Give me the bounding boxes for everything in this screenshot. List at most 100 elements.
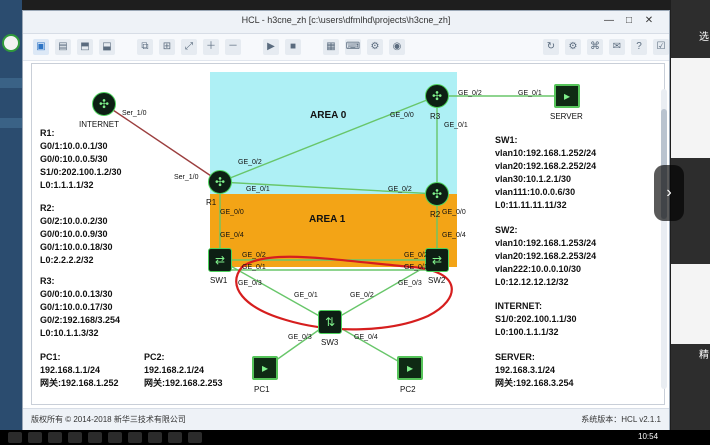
- taskbar-app-icon[interactable]: [108, 432, 122, 443]
- sw1-notes: SW1: vlan10:192.168.1.252/24 vlan20:192.16…: [495, 135, 597, 210]
- hcl-window: HCL - h3cne_zh [c:\users\dfmlhd\projects…: [22, 10, 670, 431]
- right-side-panel: 选 精: [671, 0, 710, 445]
- port-label: GE_0/1: [404, 264, 428, 271]
- port-label: Ser_1/0: [174, 174, 199, 181]
- sw2-label: SW2: [428, 276, 446, 285]
- server-notes: SERVER: 192.168.3.1/24 网关:192.168.3.254: [495, 352, 574, 388]
- maximize-button[interactable]: □: [621, 14, 637, 28]
- port-label: GE_0/0: [220, 209, 244, 216]
- sw3-switch-icon[interactable]: ⇅: [318, 310, 342, 334]
- taskbar: 10:54: [0, 430, 710, 445]
- r1-router-icon[interactable]: ✣: [208, 170, 232, 194]
- help-icon[interactable]: ?: [631, 39, 647, 55]
- interface-icon[interactable]: ▦: [323, 39, 339, 55]
- pc1-label: PC1: [254, 385, 270, 394]
- app-logo-icon: [2, 34, 20, 52]
- sw2-switch-icon[interactable]: ⇄: [425, 248, 449, 272]
- desktop-stripe: [0, 118, 22, 128]
- refresh-icon[interactable]: ↻: [543, 39, 559, 55]
- sw3-label: SW3: [321, 338, 339, 347]
- sw1-switch-icon[interactable]: ⇄: [208, 248, 232, 272]
- stop-icon[interactable]: ■: [285, 39, 301, 55]
- port-label: GE_0/0: [442, 209, 466, 216]
- start-icon[interactable]: [8, 432, 22, 443]
- taskbar-app-icon[interactable]: [28, 432, 42, 443]
- r2-notes: R2: G0/2:10.0.0.2/30 G0/0:10.0.0.9/30 G0/1:…: [40, 203, 113, 265]
- gear-icon[interactable]: ⚙: [565, 39, 581, 55]
- taskbar-app-icon[interactable]: [188, 432, 202, 443]
- play-icon[interactable]: ▶: [263, 39, 279, 55]
- capture-icon[interactable]: ◉: [389, 39, 405, 55]
- port-label: GE_0/1: [444, 122, 468, 129]
- right-panel-text: 选: [699, 32, 709, 43]
- pc1-notes: PC1: 192.168.1.1/24 网关:192.168.1.252: [40, 352, 119, 388]
- port-label: GE_0/2: [350, 292, 374, 299]
- layout-icon[interactable]: ⊞: [159, 39, 175, 55]
- server-label: SERVER: [550, 112, 583, 121]
- vertical-scrollbar[interactable]: [661, 89, 667, 389]
- copyright-text: 版权所有 © 2014-2018 新华三技术有限公司: [31, 415, 186, 424]
- taskbar-app-icon[interactable]: [68, 432, 82, 443]
- save-as-icon[interactable]: ⬓: [99, 39, 115, 55]
- taskbar-app-icon[interactable]: [148, 432, 162, 443]
- fit-icon[interactable]: ⤢: [181, 39, 197, 55]
- screenshot-icon[interactable]: ⧉: [137, 39, 153, 55]
- internet-notes: INTERNET: S1/0:202.100.1.1/30 L0:100.1.1.1…: [495, 301, 577, 337]
- taskbar-clock: 10:54: [638, 432, 659, 441]
- port-label: GE_0/0: [390, 112, 414, 119]
- zoom-out-icon[interactable]: －: [225, 39, 241, 55]
- chevron-right-icon[interactable]: ›: [654, 165, 684, 221]
- right-panel-text: 精: [699, 350, 709, 361]
- toolbar: ▣ ▤ ⬒ ⬓ ⧉ ⊞ ⤢ ＋ － ▶ ■ ▦ ⌨ ⚙ ◉ ↻ ⚙ ⌘ ✉ ? …: [23, 34, 669, 61]
- link-r1-r3: [219, 95, 438, 183]
- port-label: GE_0/2: [242, 252, 266, 259]
- right-panel-block: [671, 58, 710, 158]
- r3-router-icon[interactable]: ✣: [425, 84, 449, 108]
- save-icon[interactable]: ⬒: [77, 39, 93, 55]
- port-label: GE_0/3: [398, 280, 422, 287]
- taskbar-app-icon[interactable]: [48, 432, 62, 443]
- titlebar: HCL - h3cne_zh [c:\users\dfmlhd\projects…: [23, 11, 669, 34]
- taskbar-app-icon[interactable]: [128, 432, 142, 443]
- cli-icon[interactable]: ⌨: [345, 39, 361, 55]
- settings-icon[interactable]: ⚙: [367, 39, 383, 55]
- cmd-icon[interactable]: ⌘: [587, 39, 603, 55]
- statusbar: 版权所有 © 2014-2018 新华三技术有限公司 系统版本：HCL v2.1…: [23, 408, 669, 431]
- r2-router-icon[interactable]: ✣: [425, 182, 449, 206]
- port-label: GE_0/1: [246, 186, 270, 193]
- sw2-notes: SW2: vlan10:192.168.1.253/24 vlan20:192.16…: [495, 225, 597, 287]
- port-label: GE_0/4: [220, 232, 244, 239]
- pc1-icon[interactable]: ▸: [252, 356, 278, 380]
- pc2-icon[interactable]: ▸: [397, 356, 423, 380]
- port-label: GE_0/2: [238, 159, 262, 166]
- feedback-icon[interactable]: ☑: [653, 39, 669, 55]
- link-sw1-sw3: [219, 259, 331, 323]
- window-title: HCL - h3cne_zh [c:\users\dfmlhd\projects…: [241, 15, 451, 25]
- zoom-in-icon[interactable]: ＋: [203, 39, 219, 55]
- port-label: GE_0/2: [404, 252, 428, 259]
- right-panel-block: [671, 264, 710, 344]
- port-label: GE_0/1: [518, 90, 542, 97]
- close-button[interactable]: ✕: [641, 14, 657, 28]
- desktop-left-strip: [0, 0, 22, 445]
- pc2-label: PC2: [400, 385, 416, 394]
- chat-icon[interactable]: ✉: [609, 39, 625, 55]
- pc2-notes: PC2: 192.168.2.1/24 网关:192.168.2.253: [144, 352, 223, 388]
- r1-notes: R1: G0/1:10.0.0.1/30 G0/0:10.0.0.5/30 S1/0:…: [40, 128, 122, 190]
- folder-icon[interactable]: ▤: [55, 39, 71, 55]
- topology-canvas[interactable]: AREA 0 AREA 1 ✣ INTERNET ✣ R1 ✣ R2 ✣ R3 …: [31, 63, 665, 405]
- server-icon[interactable]: ▸: [554, 84, 580, 108]
- internet-router-icon[interactable]: ✣: [92, 92, 116, 116]
- port-label: GE_0/3: [288, 334, 312, 341]
- port-label: GE_0/2: [388, 186, 412, 193]
- port-label: GE_0/1: [242, 264, 266, 271]
- port-label: Ser_1/0: [122, 110, 147, 117]
- open-project-icon[interactable]: ▣: [33, 39, 49, 55]
- taskbar-app-icon[interactable]: [88, 432, 102, 443]
- taskbar-app-icon[interactable]: [168, 432, 182, 443]
- r1-label: R1: [206, 198, 217, 207]
- r3-label: R3: [430, 112, 441, 121]
- minimize-button[interactable]: —: [601, 14, 617, 28]
- r3-notes: R3: G0/0:10.0.0.13/30 G0/1:10.0.0.17/30 G0/…: [40, 276, 121, 338]
- port-label: GE_0/1: [294, 292, 318, 299]
